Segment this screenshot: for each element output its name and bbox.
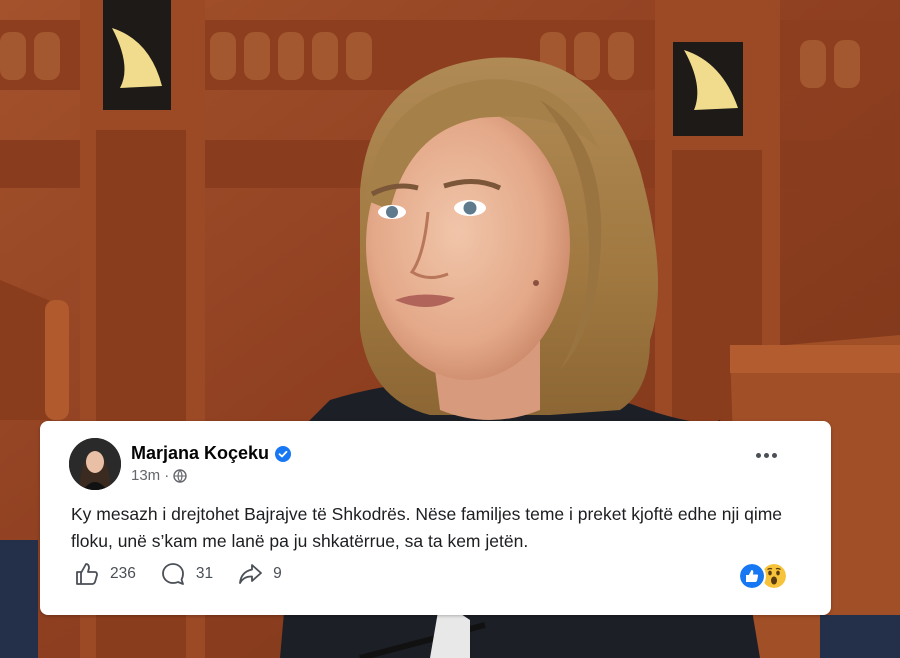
author-avatar[interactable] [69,438,121,490]
meta-separator: · [164,467,170,484]
comment-icon [161,563,184,585]
thumbs-up-icon [76,563,98,585]
post-meta: 13m · [131,467,187,484]
like-count: 236 [110,565,136,582]
author-name[interactable]: Marjana Koçeku [131,443,269,464]
reactions-summary[interactable] [738,562,788,590]
like-button[interactable]: 236 [74,561,136,587]
like-reaction-icon [738,562,766,590]
comment-button[interactable]: 31 [160,561,213,587]
verified-badge-icon [275,445,292,462]
share-count: 9 [273,565,282,582]
comment-count: 31 [195,565,214,582]
facebook-post-card: Marjana Koçeku 13m · Ky mesazh i drejtoh… [40,421,831,615]
share-button[interactable]: 9 [237,561,282,587]
globe-icon [173,468,187,483]
post-text: Ky mesazh i drejtohet Bajrajve të Shkodr… [71,504,783,551]
post-actions: 236 31 9 [74,561,306,587]
more-options-icon[interactable] [756,453,777,458]
author-row: Marjana Koçeku [131,443,292,464]
post-timestamp[interactable]: 13m [131,467,160,484]
share-icon [239,564,263,584]
